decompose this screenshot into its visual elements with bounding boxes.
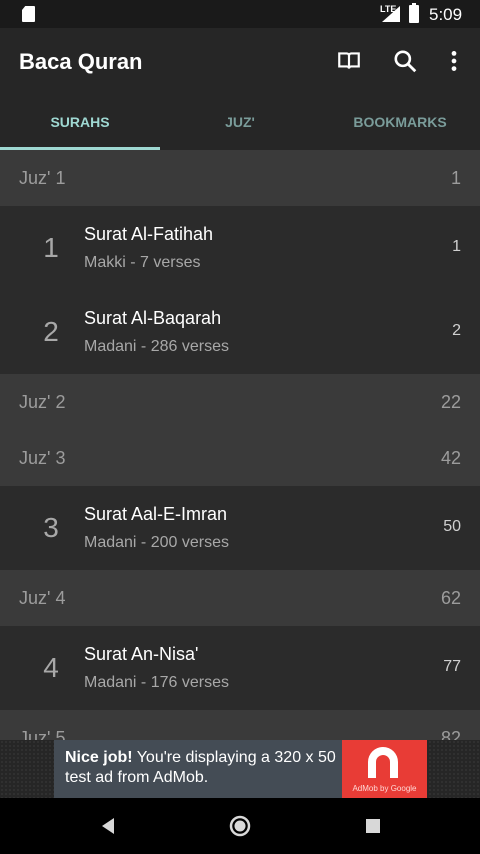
juz-page: 82 [440, 728, 461, 740]
juz-label: Juz' 1 [19, 168, 66, 188]
navigation-bar [0, 798, 480, 854]
juz-label: Juz' 5 [19, 728, 66, 740]
surah-number: 3 [43, 512, 59, 543]
surah-meta: Madani - 286 verses [84, 338, 229, 355]
surah-meta: Madani - 200 verses [84, 534, 229, 551]
signal-icon [382, 6, 400, 22]
juz-page: 1 [450, 168, 461, 188]
juz-header[interactable]: Juz' 2 22 [0, 374, 480, 430]
juz-header[interactable]: Juz' 1 1 [0, 150, 480, 206]
surah-number: 1 [43, 232, 59, 263]
surah-row[interactable]: 1 Surat Al-Fatihah Makki - 7 verses 1 [0, 206, 480, 290]
recents-icon[interactable] [361, 814, 385, 838]
tab-surahs[interactable]: SURAHS [0, 94, 160, 150]
juz-page: 22 [440, 392, 461, 412]
ad-text: Nice job! You're displaying a 320 x 50 t… [65, 748, 340, 788]
surah-name: Surat An-Nisa' [84, 644, 199, 664]
more-vert-icon[interactable] [441, 48, 467, 74]
admob-caption: AdMob by Google [352, 784, 417, 793]
surah-page: 77 [443, 658, 461, 675]
surah-row[interactable]: 4 Surat An-Nisa' Madani - 176 verses 77 [0, 626, 480, 710]
juz-header[interactable]: Juz' 4 62 [0, 570, 480, 626]
tab-juz[interactable]: JUZ' [160, 94, 320, 150]
book-icon[interactable] [336, 48, 362, 74]
ad-headline: Nice job! [65, 749, 133, 766]
home-icon[interactable] [228, 814, 252, 838]
tab-bar: SURAHS JUZ' BOOKMARKS [0, 94, 480, 150]
back-icon[interactable] [96, 814, 120, 838]
juz-page: 62 [440, 588, 461, 608]
surah-name: Surat Aal-E-Imran [84, 504, 228, 524]
surah-name: Surat Al-Fatihah [84, 224, 214, 244]
surah-row[interactable]: 2 Surat Al-Baqarah Madani - 286 verses 2 [0, 290, 480, 374]
status-time: 5:09 [429, 5, 463, 24]
juz-label: Juz' 3 [19, 448, 66, 468]
juz-page: 42 [440, 448, 461, 468]
app-title: Baca Quran [19, 49, 143, 74]
surah-list[interactable]: Juz' 1 1 1 Surat Al-Fatihah Makki - 7 ve… [0, 150, 480, 740]
status-bar: LTE 5:09 [0, 0, 480, 28]
app-bar: Baca Quran [0, 28, 480, 94]
juz-header[interactable]: Juz' 3 42 [0, 430, 480, 486]
search-icon[interactable] [392, 48, 418, 74]
surah-meta: Makki - 7 verses [84, 254, 201, 271]
surah-page: 1 [452, 238, 461, 255]
admob-logo[interactable]: AdMob by Google [342, 740, 427, 798]
juz-label: Juz' 2 [19, 392, 66, 412]
surah-page: 50 [443, 518, 461, 535]
surah-number: 2 [43, 316, 59, 347]
tab-bookmarks[interactable]: BOOKMARKS [320, 94, 480, 150]
juz-header[interactable]: Juz' 5 82 [0, 710, 480, 740]
surah-row[interactable]: 3 Surat Aal-E-Imran Madani - 200 verses … [0, 486, 480, 570]
juz-label: Juz' 4 [19, 588, 66, 608]
surah-page: 2 [452, 322, 461, 339]
admob-icon [368, 747, 398, 778]
test-ad-banner[interactable]: Nice job! You're displaying a 320 x 50 t… [54, 740, 342, 798]
sd-card-icon [22, 6, 35, 22]
surah-number: 4 [43, 652, 59, 683]
battery-icon [409, 3, 419, 23]
surah-meta: Madani - 176 verses [84, 674, 229, 691]
surah-name: Surat Al-Baqarah [84, 308, 222, 328]
